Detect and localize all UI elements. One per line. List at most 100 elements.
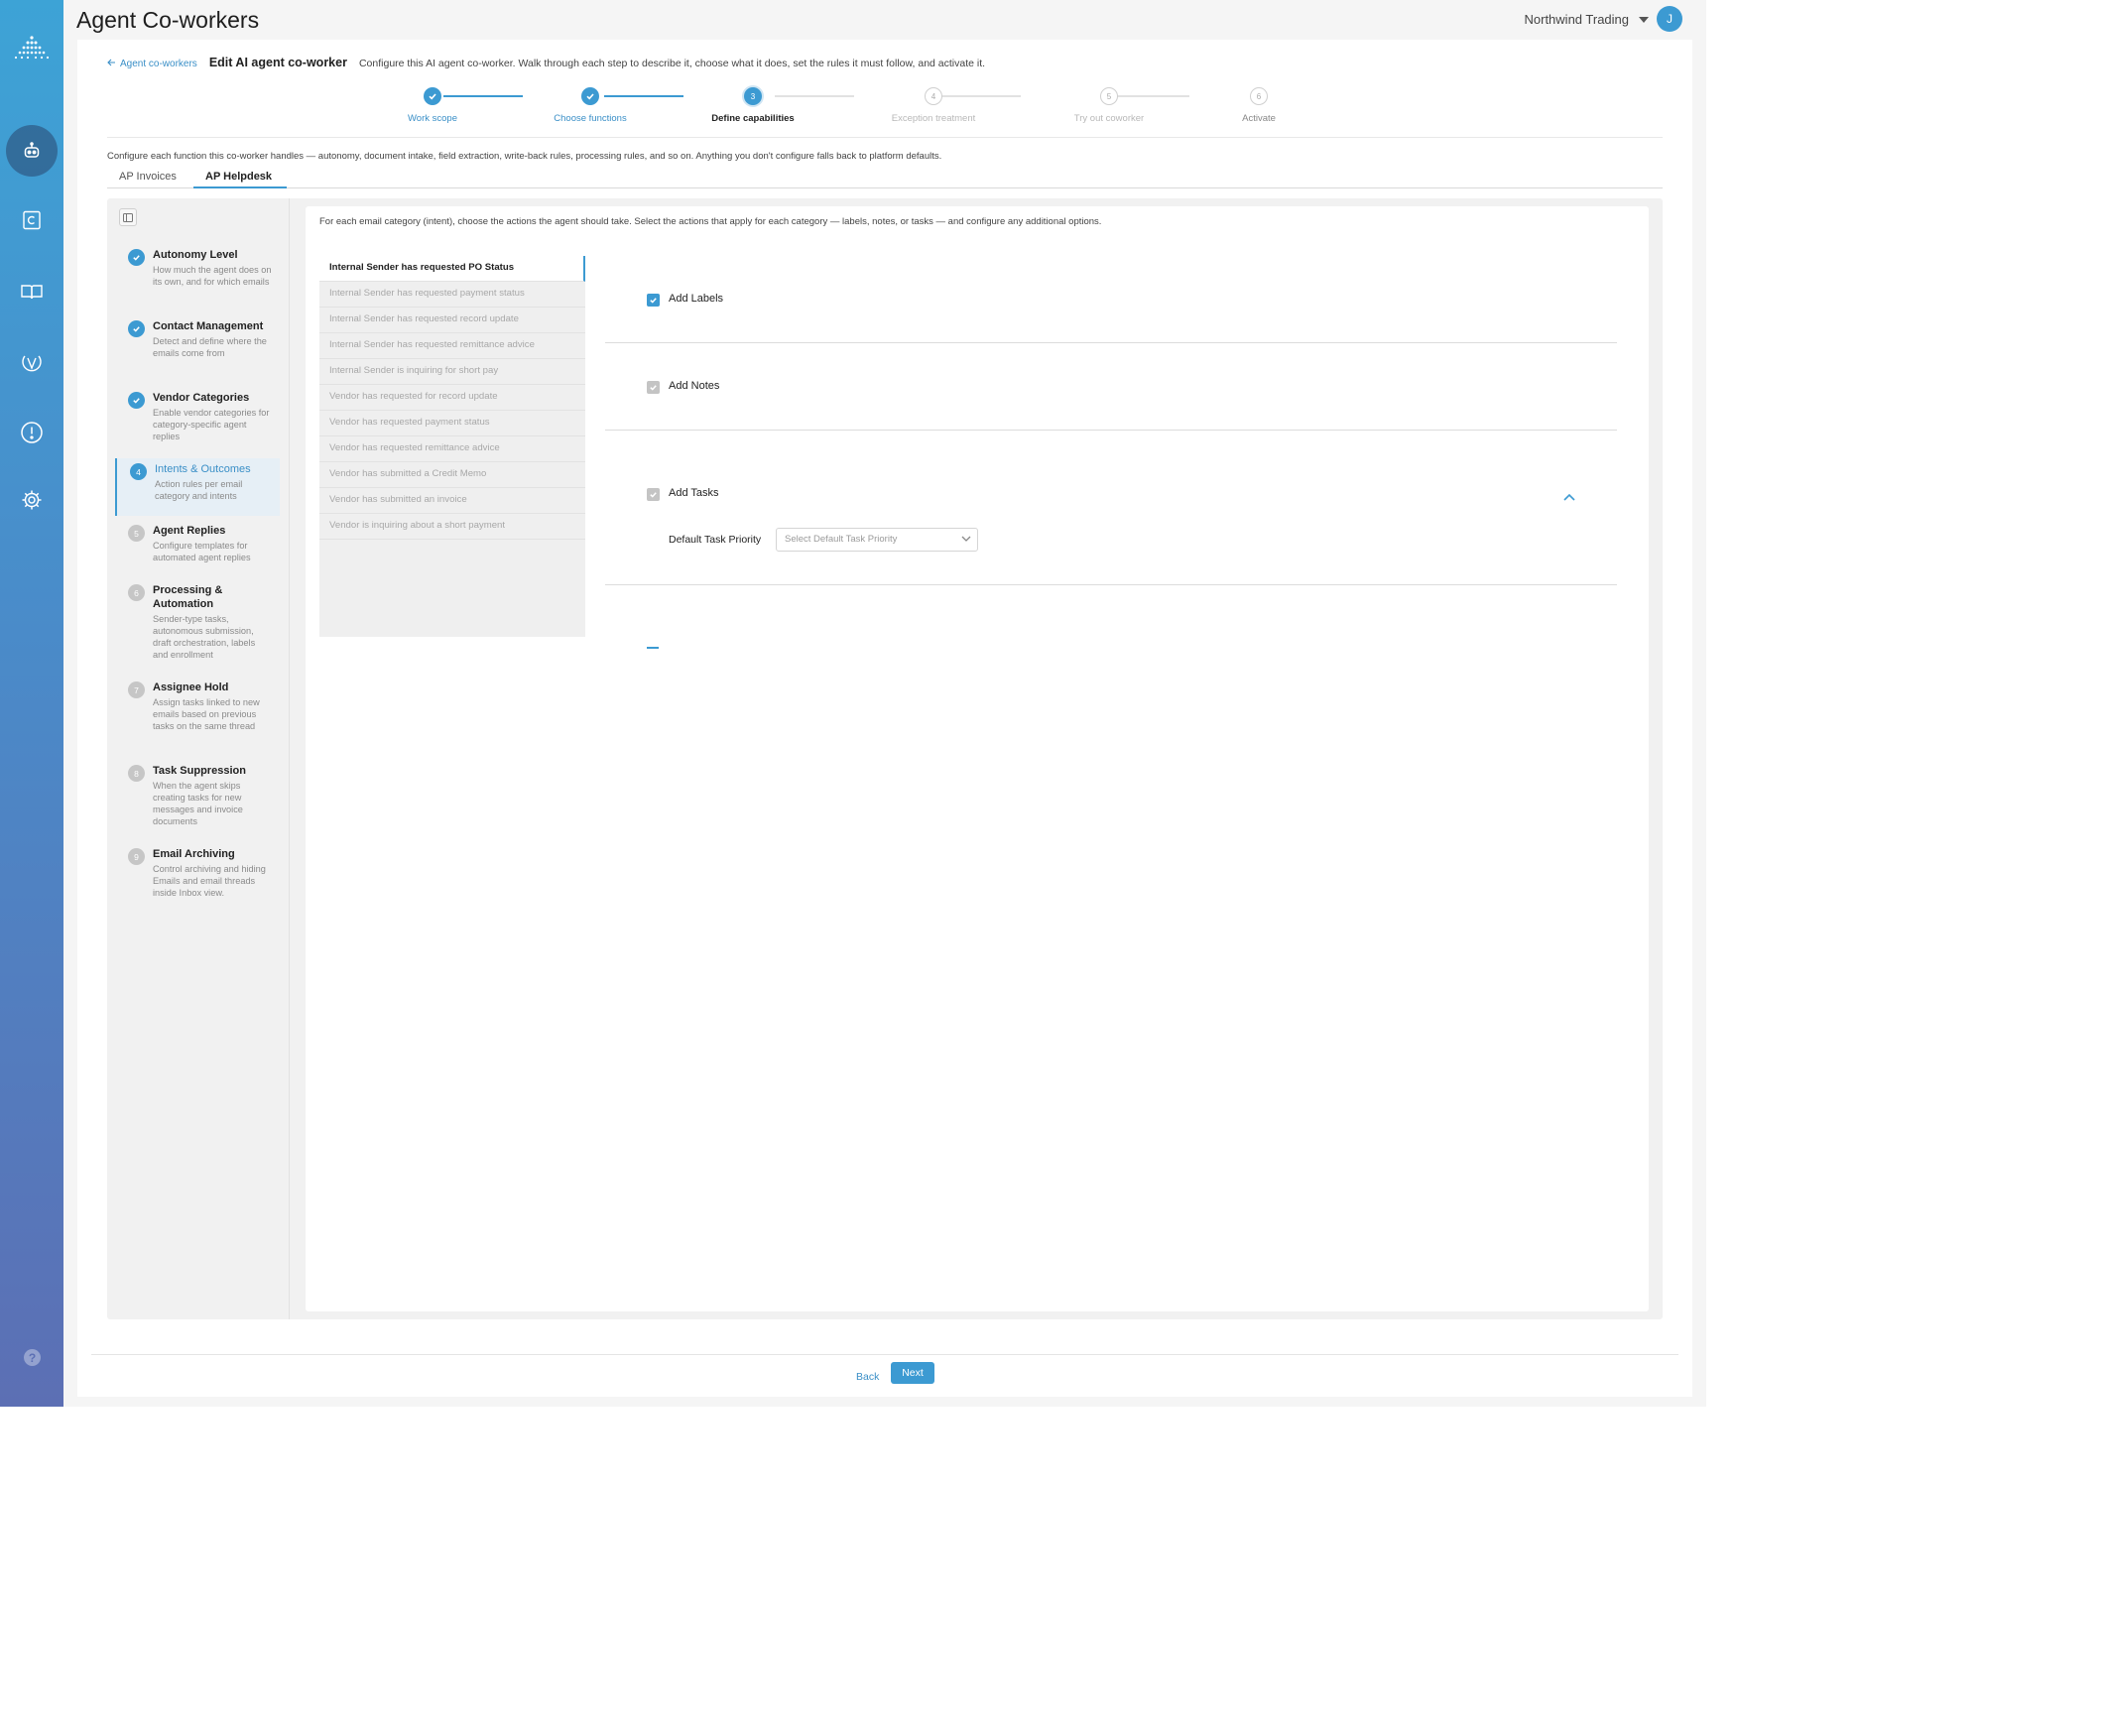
step-2-check-icon[interactable] (581, 87, 599, 105)
step-number-badge: 7 (128, 682, 145, 698)
nav-exceptions[interactable] (14, 415, 50, 450)
sidebar-item-assignee-hold[interactable]: 7 Assignee Hold Assign tasks linked to n… (115, 677, 280, 736)
sidebar-item-contact-management[interactable]: Contact Management Detect and define whe… (115, 315, 280, 363)
app-window: ? Agent Co-workers Northwind Trading J A… (0, 0, 1706, 1407)
org-name: Northwind Trading (1524, 12, 1630, 27)
logo-icon[interactable] (12, 34, 52, 69)
active-tab-indicator (193, 186, 287, 188)
sidebar-item-autonomy-level[interactable]: Autonomy Level How much the agent does o… (115, 244, 280, 292)
step-6-number: 6 (1250, 87, 1268, 105)
sidebar-item-task-suppression[interactable]: 8 Task Suppression When the agent skips … (115, 760, 280, 831)
tab-ap-invoices[interactable]: AP Invoices (119, 171, 177, 183)
add-tasks-checkbox[interactable] (647, 488, 660, 501)
sidebar-item-email-archiving[interactable]: 9 Email Archiving Control archiving and … (115, 843, 280, 903)
nav-agents[interactable] (6, 125, 58, 177)
c-document-icon (21, 209, 43, 231)
config-description: Configure each function this co-worker h… (107, 151, 942, 162)
add-notes-label[interactable]: Add Notes (669, 380, 719, 392)
sidebar-item-title: Agent Replies (153, 525, 226, 537)
list-item[interactable]: Internal Sender has requested PO Status (319, 256, 585, 282)
org-switcher[interactable]: Northwind Trading (1524, 12, 1649, 27)
footer-divider (91, 1354, 1678, 1355)
add-notes-checkbox[interactable] (647, 381, 660, 394)
list-item[interactable]: Internal Sender is inquiring for short p… (319, 359, 585, 385)
editor-title: Edit AI agent co-worker (208, 56, 347, 69)
step-4-number: 4 (925, 87, 942, 105)
sidebar-item-agent-replies[interactable]: 5 Agent Replies Configure templates for … (115, 520, 280, 567)
sidebar-item-intents-outcomes[interactable]: 4 Intents & Outcomes Action rules per em… (115, 458, 280, 516)
avatar-initial: J (1667, 12, 1673, 26)
check-icon (128, 392, 145, 409)
config-sidebar: Autonomy Level How much the agent does o… (107, 198, 290, 1319)
step-number-badge: 8 (128, 765, 145, 782)
step-number-badge: 9 (128, 848, 145, 865)
sidebar-item-title: Intents & Outcomes (155, 463, 251, 475)
step-number-badge: 4 (130, 463, 147, 480)
step-connector (1110, 95, 1189, 97)
step-3-number[interactable]: 3 (744, 87, 762, 105)
sidebar-item-subtitle: Action rules per email category and inte… (155, 479, 243, 501)
back-link-label: Agent co-workers (120, 59, 197, 69)
sidebar-item-vendor-categories[interactable]: Vendor Categories Enable vendor categori… (115, 387, 280, 446)
step-5-label: Try out coworker (1073, 113, 1145, 124)
sidebar-item-subtitle: Enable vendor categories for category-sp… (153, 408, 270, 441)
step-connector (941, 95, 1021, 97)
nav-library[interactable] (14, 274, 50, 310)
back-to-agents-link[interactable]: Agent co-workers (107, 59, 197, 69)
breadcrumb: Agent co-workers Edit AI agent co-worker… (107, 56, 985, 69)
gear-icon (21, 489, 43, 511)
help-icon[interactable]: ? (24, 1349, 41, 1366)
left-rail: ? (0, 0, 63, 1407)
back-button[interactable]: Back (850, 1365, 885, 1389)
collapsed-section-indicator (647, 647, 659, 649)
sidebar-item-title: Task Suppression (153, 765, 246, 777)
chevron-up-icon[interactable] (1563, 488, 1575, 506)
list-item[interactable]: Vendor has submitted a Credit Memo (319, 462, 585, 488)
add-labels-label[interactable]: Add Labels (669, 293, 723, 305)
default-task-priority-select[interactable]: Select Default Task Priority (776, 528, 978, 552)
sidebar-item-subtitle: Sender-type tasks, autonomous submission… (153, 614, 256, 660)
sidebar-item-title: Email Archiving (153, 848, 235, 860)
list-item[interactable]: Internal Sender has requested remittance… (319, 333, 585, 359)
next-button[interactable]: Next (891, 1362, 934, 1384)
help-label: ? (28, 1350, 37, 1365)
list-item[interactable]: Internal Sender has requested record upd… (319, 308, 585, 333)
step-1-label[interactable]: Work scope (408, 113, 457, 124)
alert-circle-icon (20, 421, 44, 444)
step-1-check-icon[interactable] (424, 87, 441, 105)
tab-ap-helpdesk[interactable]: AP Helpdesk (205, 171, 272, 183)
sidebar-item-title: Contact Management (153, 320, 264, 332)
sidebar-item-processing-automation[interactable]: 6 Processing & Automation Sender-type ta… (115, 579, 280, 665)
step-5-number: 5 (1100, 87, 1118, 105)
list-item[interactable]: Vendor has requested remittance advice (319, 436, 585, 462)
nav-documents[interactable] (14, 202, 50, 238)
avatar[interactable]: J (1657, 6, 1682, 32)
sidebar-item-subtitle: How much the agent does on its own, and … (153, 265, 272, 287)
add-tasks-label[interactable]: Add Tasks (669, 487, 719, 499)
list-item[interactable]: Internal Sender has requested payment st… (319, 282, 585, 308)
list-item[interactable]: Vendor is inquiring about a short paymen… (319, 514, 585, 540)
check-icon (128, 249, 145, 266)
chevron-down-icon (1639, 16, 1649, 23)
nav-settings[interactable] (14, 482, 50, 518)
add-notes-row: Add Notes (605, 343, 1617, 431)
list-item[interactable]: Vendor has submitted an invoice (319, 488, 585, 514)
book-icon (20, 282, 44, 302)
priority-placeholder: Select Default Task Priority (785, 534, 898, 545)
arrow-left-icon (107, 59, 116, 69)
divider (107, 137, 1663, 138)
step-3-label[interactable]: Define capabilities (711, 113, 794, 124)
sidebar-item-subtitle: Assign tasks linked to new emails based … (153, 697, 260, 731)
capabilities-panel: Autonomy Level How much the agent does o… (107, 198, 1663, 1319)
add-labels-checkbox[interactable] (647, 294, 660, 307)
list-item[interactable]: Vendor has requested payment status (319, 411, 585, 436)
default-task-priority-label: Default Task Priority (669, 534, 762, 546)
chevron-down-icon (961, 535, 971, 546)
v-badge-icon (20, 351, 44, 375)
sidebar-collapse-icon[interactable] (119, 208, 137, 226)
step-2-label[interactable]: Choose functions (554, 113, 626, 124)
editor-description: Configure this AI agent co-worker. Walk … (358, 58, 986, 69)
sidebar-item-subtitle: Control archiving and hiding Emails and … (153, 864, 266, 898)
nav-vendors[interactable] (14, 345, 50, 381)
list-item[interactable]: Vendor has requested for record update (319, 385, 585, 411)
